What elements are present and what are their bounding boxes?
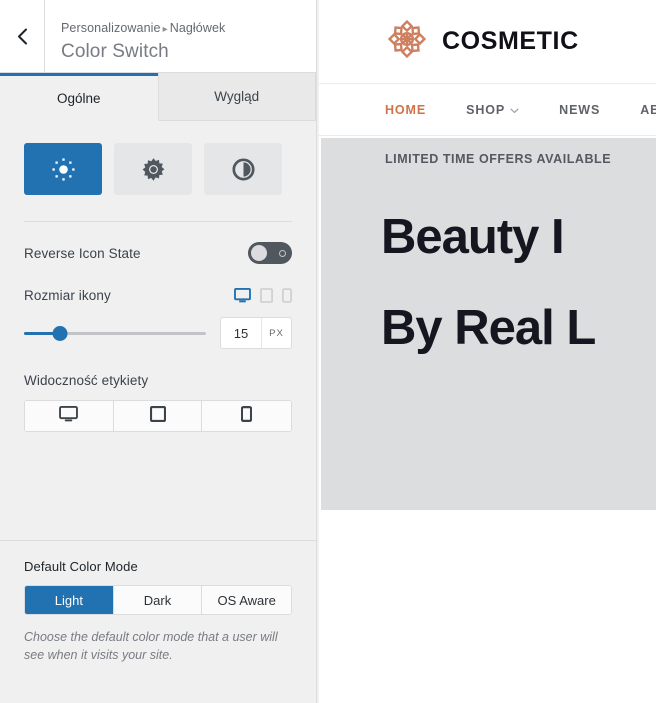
flower-mandala-icon bbox=[385, 17, 429, 66]
reverse-icon-state-row: Reverse Icon State bbox=[0, 222, 316, 264]
color-mode-light-label: Light bbox=[54, 592, 83, 608]
site-nav: HOME SHOP NEWS AB bbox=[319, 84, 656, 136]
desktop-icon bbox=[59, 405, 79, 427]
tab-wyglad-label: Wygląd bbox=[214, 89, 260, 104]
icon-choice-sun-gear[interactable] bbox=[114, 143, 192, 195]
icon-style-choices bbox=[24, 143, 292, 195]
hero-heading-line2: By Real L bbox=[381, 301, 596, 355]
nav-item-home-label: HOME bbox=[385, 102, 427, 117]
icon-size-slider[interactable] bbox=[24, 324, 206, 342]
nav-item-about-label: AB bbox=[640, 102, 656, 117]
tablet-icon bbox=[149, 405, 166, 427]
reverse-icon-state-label: Reverse Icon State bbox=[24, 245, 141, 261]
default-color-mode-section: Default Color Mode Light Dark OS Aware C… bbox=[0, 540, 316, 703]
tablet-icon[interactable] bbox=[260, 288, 273, 303]
breadcrumb-separator: ▸ bbox=[162, 24, 168, 36]
panel-header-titles: Personalizowanie ▸ Nagłówek Color Switch bbox=[45, 0, 316, 72]
reverse-icon-state-toggle[interactable] bbox=[248, 242, 292, 264]
default-color-mode-label: Default Color Mode bbox=[24, 559, 138, 574]
panel-tabs: Ogólne Wygląd bbox=[0, 73, 316, 121]
site-preview: COSMETIC HOME SHOP NEWS AB LIMITED TIME … bbox=[317, 0, 656, 703]
panel-header: Personalizowanie ▸ Nagłówek Color Switch bbox=[0, 0, 316, 73]
mobile-icon[interactable] bbox=[282, 288, 292, 303]
nav-item-shop[interactable]: SHOP bbox=[466, 103, 519, 117]
color-mode-os-aware-label: OS Aware bbox=[217, 592, 276, 608]
icon-size-value[interactable]: 15 bbox=[221, 318, 261, 348]
icon-size-device-switch bbox=[234, 288, 292, 303]
back-button[interactable] bbox=[0, 0, 45, 72]
icon-choice-contrast[interactable] bbox=[204, 143, 282, 195]
tab-ogolne[interactable]: Ogólne bbox=[0, 73, 159, 121]
label-visibility-desktop[interactable] bbox=[25, 401, 114, 431]
label-visibility-mobile[interactable] bbox=[202, 401, 291, 431]
customizer-screen: Personalizowanie ▸ Nagłówek Color Switch O… bbox=[0, 0, 656, 703]
chevron-down-icon bbox=[510, 103, 519, 117]
icon-size-unit: PX bbox=[261, 318, 291, 348]
default-color-mode-help: Choose the default color mode that a use… bbox=[24, 630, 278, 663]
nav-item-home[interactable]: HOME bbox=[385, 103, 426, 117]
toggle-off-marker bbox=[279, 250, 286, 257]
sun-dots-icon bbox=[51, 157, 76, 182]
mobile-icon bbox=[240, 405, 253, 427]
chevron-left-icon bbox=[17, 28, 28, 45]
color-mode-os-aware[interactable]: OS Aware bbox=[202, 586, 291, 614]
site-brand-name: COSMETIC bbox=[442, 27, 579, 55]
color-mode-dark[interactable]: Dark bbox=[113, 586, 203, 614]
toggle-knob bbox=[251, 245, 267, 261]
breadcrumb: Personalizowanie ▸ Nagłówek bbox=[61, 20, 316, 38]
nav-item-news-label: NEWS bbox=[559, 102, 601, 117]
icon-size-number-box[interactable]: 15 PX bbox=[220, 317, 292, 349]
label-visibility-header: Widoczność etykiety bbox=[0, 349, 316, 388]
desktop-icon[interactable] bbox=[234, 288, 251, 303]
tab-ogolne-label: Ogólne bbox=[56, 90, 101, 106]
page-title: Color Switch bbox=[61, 40, 169, 62]
sun-gear-icon bbox=[141, 157, 166, 182]
site-topbar: COSMETIC bbox=[319, 0, 656, 84]
slider-thumb[interactable] bbox=[52, 326, 68, 341]
nav-item-about[interactable]: AB bbox=[640, 103, 656, 117]
icon-size-control: 15 PX bbox=[0, 303, 316, 349]
hero-heading-line1: Beauty I bbox=[381, 210, 565, 264]
nav-item-news[interactable]: NEWS bbox=[559, 103, 600, 117]
icon-style-section bbox=[0, 121, 316, 195]
icon-choice-sun-dots[interactable] bbox=[24, 143, 102, 195]
hero-eyebrow: LIMITED TIME OFFERS AVAILABLE bbox=[385, 152, 612, 166]
nav-item-shop-label: SHOP bbox=[466, 102, 506, 117]
color-mode-light[interactable]: Light bbox=[25, 586, 114, 614]
icon-size-header: Rozmiar ikony bbox=[0, 264, 316, 303]
label-visibility-tablet[interactable] bbox=[113, 401, 203, 431]
preview-site: COSMETIC HOME SHOP NEWS AB LIMITED TIME … bbox=[319, 0, 656, 703]
site-brand[interactable]: COSMETIC bbox=[385, 17, 579, 66]
label-visibility-buttons bbox=[24, 400, 292, 432]
icon-size-label: Rozmiar ikony bbox=[24, 288, 111, 303]
breadcrumb-parent[interactable]: Personalizowanie bbox=[61, 21, 161, 35]
breadcrumb-current: Nagłówek bbox=[169, 21, 226, 36]
color-mode-dark-label: Dark bbox=[143, 592, 172, 608]
contrast-circle-icon bbox=[231, 157, 256, 182]
tab-wyglad[interactable]: Wygląd bbox=[157, 73, 316, 120]
default-color-mode-options: Light Dark OS Aware bbox=[24, 585, 292, 615]
customizer-panel: Personalizowanie ▸ Nagłówek Color Switch O… bbox=[0, 0, 317, 703]
label-visibility-label: Widoczność etykiety bbox=[24, 373, 149, 388]
